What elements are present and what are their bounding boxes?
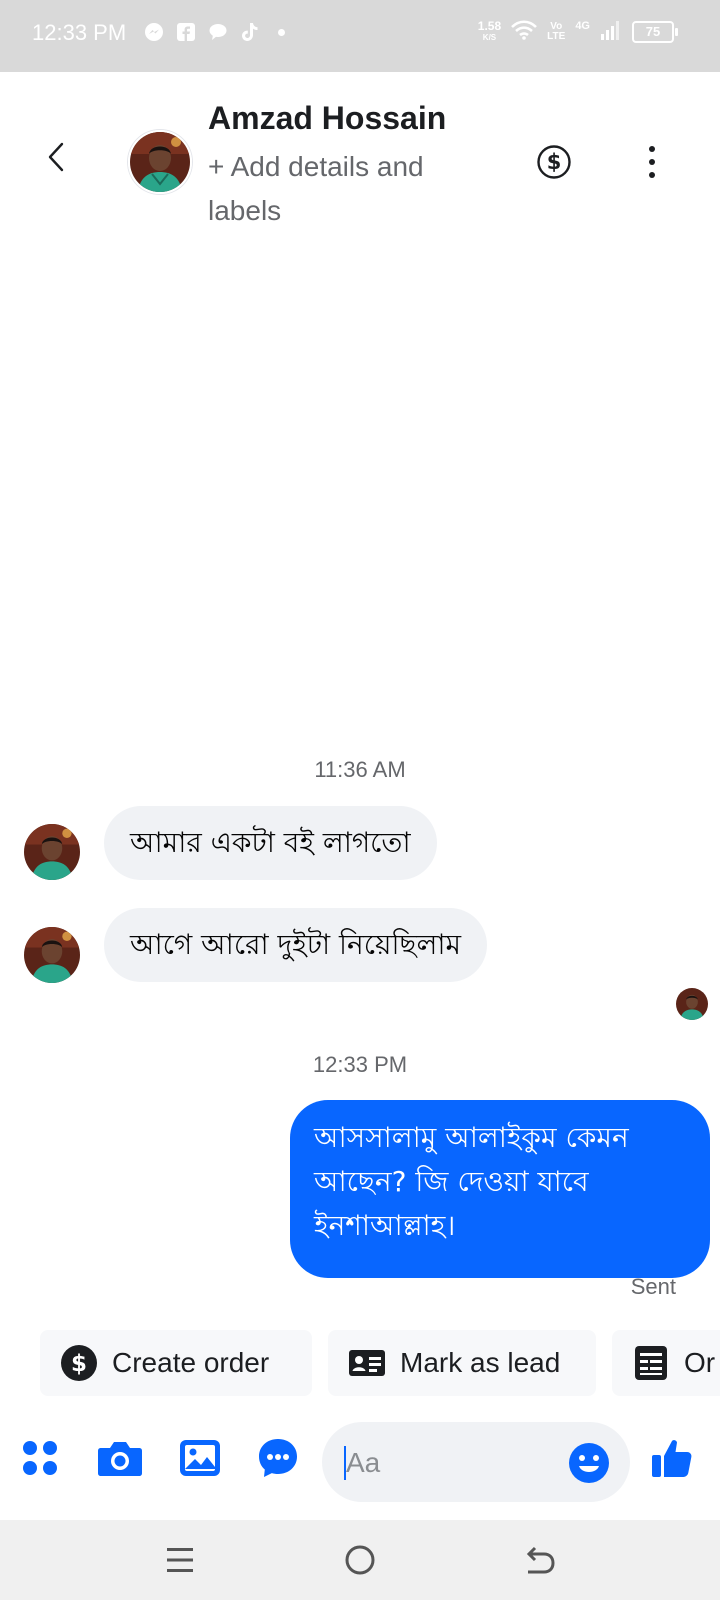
incoming-message[interactable]: আমার একটা বই লাগতো: [104, 806, 437, 880]
system-navigation-bar: [0, 1520, 720, 1600]
home-circle-icon: [345, 1545, 375, 1575]
emoji-icon: [569, 1443, 609, 1483]
create-order-button[interactable]: $ Create order: [40, 1330, 312, 1396]
status-time: 12:33 PM: [32, 20, 127, 45]
wifi-icon: [511, 20, 538, 44]
mark-as-lead-label: Mark as lead: [400, 1347, 561, 1378]
back-arrow-icon: [48, 142, 64, 172]
dollar-circle-icon: $: [60, 1344, 98, 1382]
volte-indicator: Vo LTE: [547, 21, 566, 42]
notification-icons: [144, 22, 285, 42]
more-vertical-icon: [649, 146, 655, 152]
sent-status: Sent: [630, 1274, 676, 1299]
orders-button[interactable]: Or: [612, 1330, 720, 1396]
sender-avatar: [24, 927, 80, 983]
messenger-icon: [144, 22, 164, 42]
facebook-icon: [176, 22, 196, 42]
message-input[interactable]: [344, 1436, 548, 1490]
mark-as-lead-button[interactable]: Mark as lead: [328, 1330, 596, 1396]
more-options-button[interactable]: [646, 146, 658, 178]
menu-icon: [167, 1548, 193, 1572]
home-button[interactable]: [338, 1540, 382, 1580]
status-bar: 12:33 PM 1.58 K/S Vo LTE 4G 75: [0, 0, 720, 72]
chat-bubble-button[interactable]: [254, 1434, 302, 1482]
camera-icon: [98, 1442, 142, 1476]
contact-card-icon: [348, 1344, 386, 1382]
camera-button[interactable]: [96, 1434, 144, 1482]
dollar-circle-icon: $: [537, 145, 571, 179]
timestamp: 12:33 PM: [312, 1052, 408, 1077]
svg-text:$: $: [71, 1351, 87, 1377]
battery-indicator: 75: [632, 21, 678, 43]
incoming-message[interactable]: আগে আরো দুইটা নিয়েছিলাম: [104, 908, 488, 982]
message-input-box[interactable]: [322, 1422, 630, 1502]
add-details-link[interactable]: + Add details and labels: [208, 145, 498, 233]
chat-header: Amzad Hossain + Add details and labels $: [0, 72, 720, 232]
back-nav-icon: [526, 1546, 555, 1574]
gallery-button[interactable]: [176, 1434, 224, 1482]
gallery-icon: [180, 1440, 220, 1476]
message-composer: [0, 1410, 720, 1510]
chat-bubble-icon: [259, 1439, 297, 1477]
create-order-label: Create order: [112, 1347, 270, 1378]
orders-label: Or: [684, 1347, 716, 1378]
timestamp: 11:36 AM: [314, 757, 406, 782]
back-button[interactable]: [36, 137, 76, 177]
svg-text:$: $: [547, 150, 562, 174]
apps-icon: [23, 1441, 57, 1475]
tiktok-icon: [240, 22, 260, 42]
recent-apps-button[interactable]: [158, 1540, 202, 1580]
sender-avatar: [24, 824, 80, 880]
thumbs-up-icon: [652, 1440, 692, 1477]
status-indicators: 1.58 K/S Vo LTE 4G 75: [477, 19, 678, 44]
apps-button[interactable]: [16, 1434, 64, 1482]
quick-actions-bar: $ Create order Mark as lead Or: [40, 1330, 720, 1396]
order-list-icon: [632, 1344, 670, 1382]
payment-button[interactable]: $: [536, 144, 572, 180]
signal-icon: [600, 20, 622, 44]
outgoing-message[interactable]: আসসালামু আলাইকুম কেমন আছেন? জি দেওয়া যা…: [290, 1100, 710, 1278]
dot-icon: [278, 28, 285, 36]
emoji-button[interactable]: [568, 1442, 610, 1484]
back-nav-button[interactable]: [518, 1540, 562, 1580]
seen-indicator-avatar: [676, 988, 708, 1020]
contact-name[interactable]: Amzad Hossain: [208, 100, 446, 137]
network-type: 4G: [575, 20, 590, 32]
contact-avatar[interactable]: [128, 130, 192, 194]
chat-icon: [208, 22, 228, 42]
network-speed: 1.58 K/S: [477, 19, 502, 42]
like-button[interactable]: [648, 1434, 696, 1482]
